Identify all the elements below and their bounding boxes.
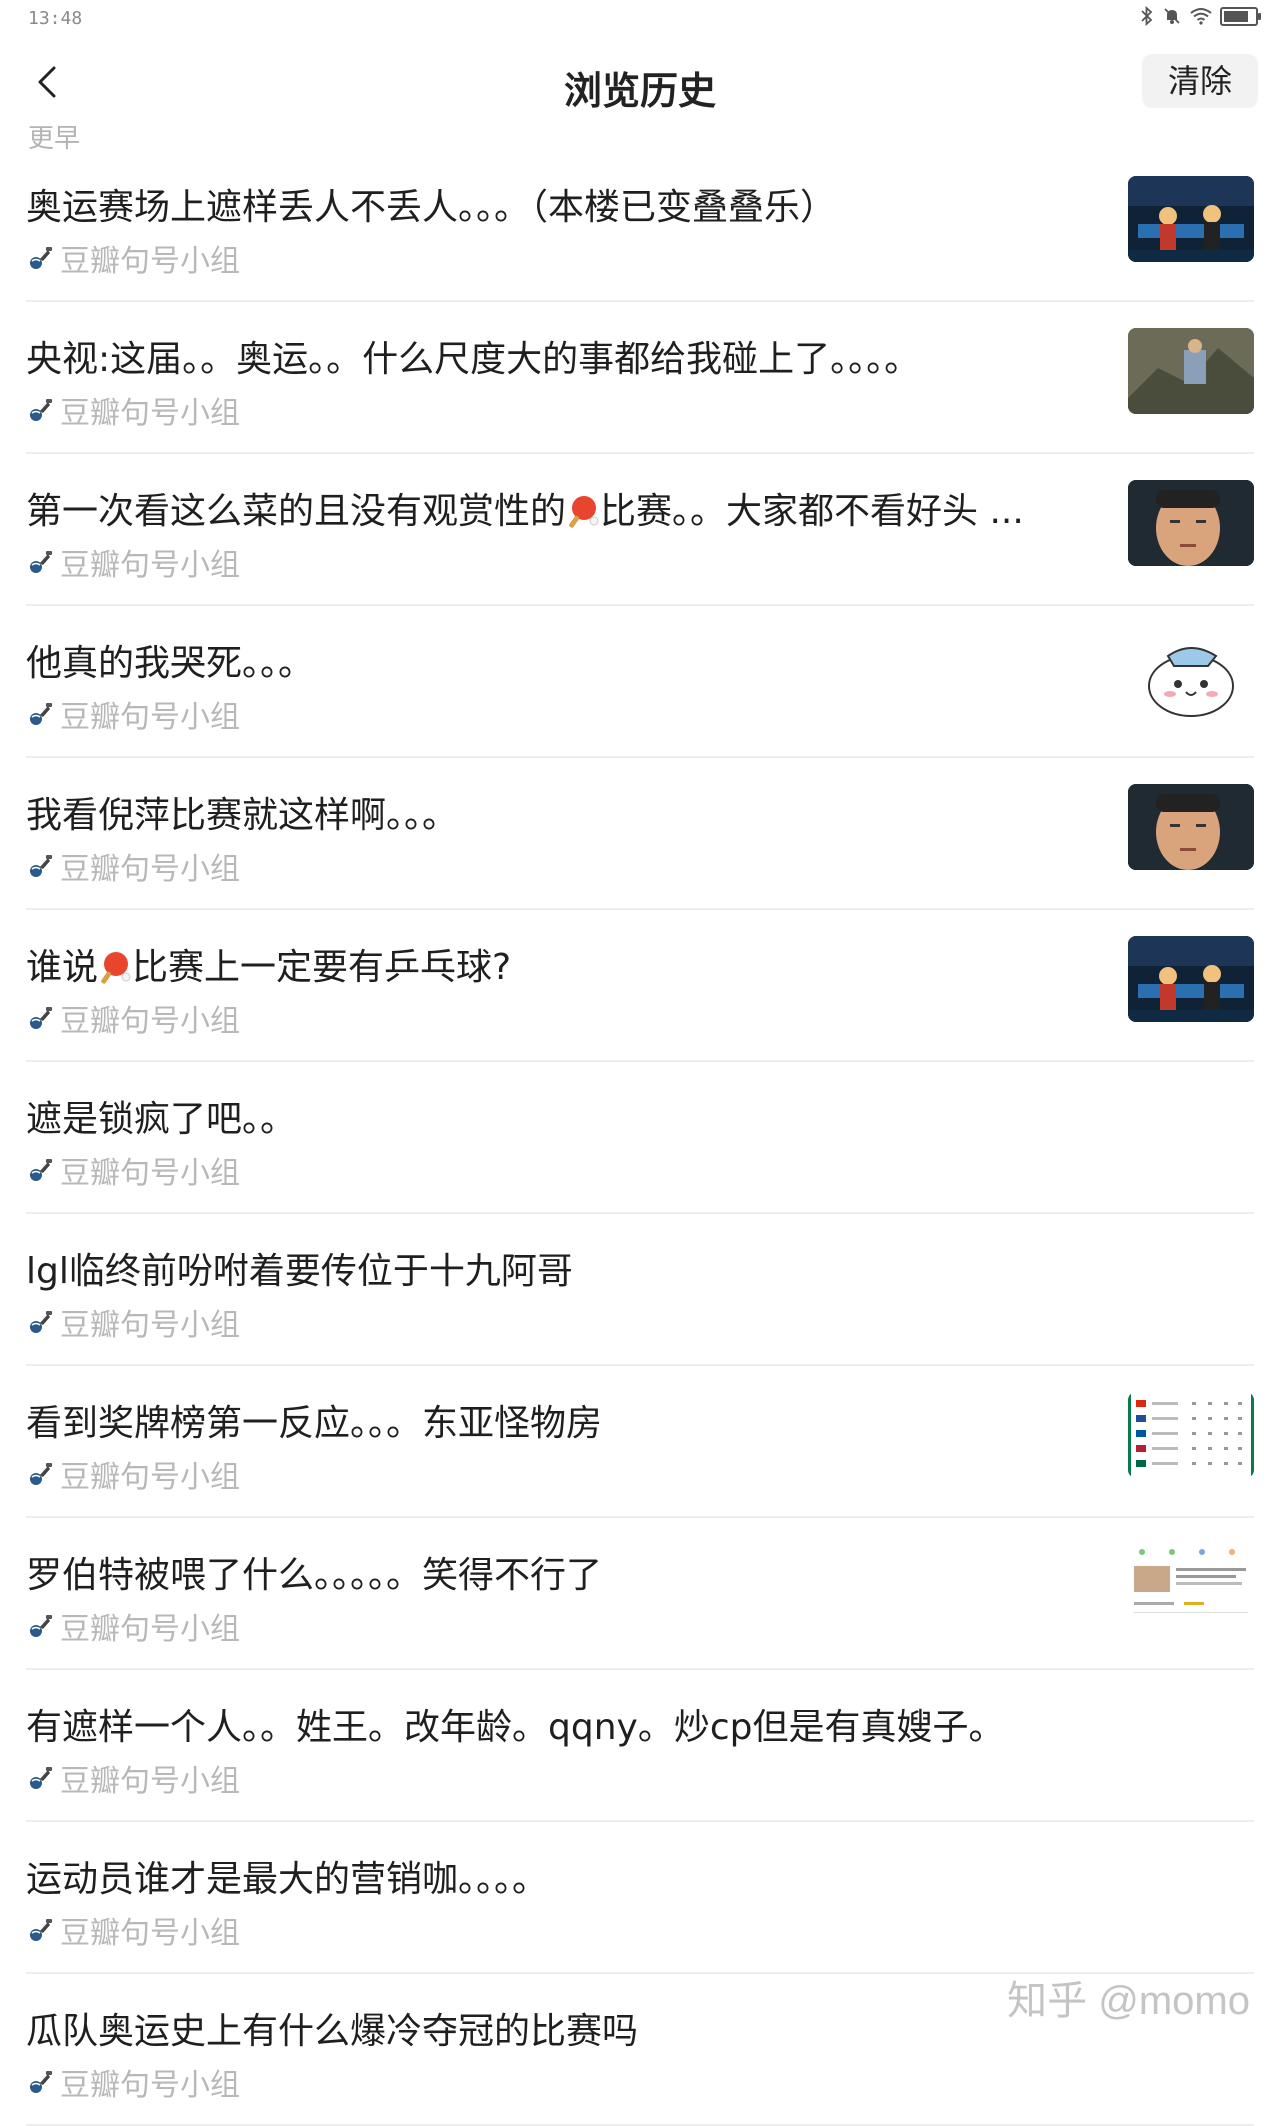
thumbnail-image[interactable] [1128, 784, 1254, 870]
ping-pong-icon [101, 952, 131, 984]
bluetooth-icon [1141, 6, 1153, 26]
item-meta: 豆瓣句号小组 [26, 2060, 240, 2104]
item-title: 他真的我哭死。。。 [26, 643, 315, 684]
thumbnail-image[interactable] [1128, 936, 1254, 1022]
status-bar: 13:48 [0, 0, 1280, 40]
item-title-part: 第一次看这么菜的且没有观赏性的 [26, 491, 567, 532]
group-icon [30, 1007, 52, 1029]
history-item[interactable]: 奥运赛场上遮样丢人不丢人。。。（本楼已变叠叠乐） 豆瓣句号小组 [26, 150, 1254, 302]
item-meta: 豆瓣句号小组 [26, 1148, 240, 1192]
item-title: 看到奖牌榜第一反应。。。东亚怪物房 [26, 1403, 603, 1444]
thumbnail-image[interactable] [1128, 1544, 1254, 1630]
group-name: 豆瓣句号小组 [60, 1156, 240, 1191]
thumbnail-image[interactable] [1128, 632, 1254, 718]
group-name: 豆瓣句号小组 [60, 244, 240, 279]
group-icon [30, 551, 52, 573]
mute-icon [1164, 8, 1180, 24]
battery-level [1224, 10, 1248, 22]
group-icon [30, 1159, 52, 1181]
item-title: 我看倪萍比赛就这样啊。。。 [26, 795, 459, 836]
group-icon [30, 855, 52, 877]
group-name: 豆瓣句号小组 [60, 1308, 240, 1343]
history-item[interactable]: 谁说 比赛上一定要有乒乓球? 豆瓣句号小组 [26, 910, 1254, 1062]
item-title-part: 比赛上一定要有乒乓球? [132, 947, 512, 988]
page-title: 浏览历史 [563, 69, 716, 113]
group-icon [30, 1311, 52, 1333]
item-meta: 豆瓣句号小组 [26, 996, 240, 1040]
history-item[interactable]: 看到奖牌榜第一反应。。。东亚怪物房豆瓣句号小组 [26, 1366, 1254, 1518]
group-icon [30, 247, 52, 269]
group-icon [30, 1463, 52, 1485]
group-icon [30, 1615, 52, 1637]
item-meta: 豆瓣句号小组 [26, 1604, 240, 1648]
item-meta: 豆瓣句号小组 [26, 1452, 240, 1496]
item-meta: 豆瓣句号小组 [26, 1300, 240, 1344]
item-title: 遮是锁疯了吧。。 [26, 1099, 297, 1140]
item-title: lgl临终前吩咐着要传位于十九阿哥 [26, 1251, 573, 1292]
thumbnail-image[interactable] [1128, 1392, 1254, 1478]
history-item[interactable]: 我看倪萍比赛就这样啊。。。豆瓣句号小组 [26, 758, 1254, 910]
wifi-icon [1190, 8, 1212, 25]
item-title: 运动员谁才是最大的营销咖。。。。 [26, 1859, 549, 1900]
group-name: 豆瓣句号小组 [60, 396, 240, 431]
group-name: 豆瓣句号小组 [60, 1004, 240, 1039]
item-meta: 豆瓣句号小组 [26, 236, 240, 280]
item-title: 奥运赛场上遮样丢人不丢人。。。（本楼已变叠叠乐） [26, 187, 837, 228]
group-name: 豆瓣句号小组 [60, 852, 240, 887]
item-title: 罗伯特被喂了什么。。。。。笑得不行了 [26, 1555, 603, 1596]
group-name: 豆瓣句号小组 [60, 548, 240, 583]
history-item[interactable]: 央视:这届。。奥运。。什么尺度大的事都给我碰上了。。。。豆瓣句号小组 [26, 302, 1254, 454]
history-item[interactable]: 运动员谁才是最大的营销咖。。。。豆瓣句号小组 [26, 1822, 1254, 1974]
status-time: 13:48 [28, 8, 83, 29]
history-item[interactable]: 遮是锁疯了吧。。豆瓣句号小组 [26, 1062, 1254, 1214]
header: 浏览历史 清除 [0, 48, 1280, 118]
history-item[interactable]: lgl临终前吩咐着要传位于十九阿哥豆瓣句号小组 [26, 1214, 1254, 1366]
group-name: 豆瓣句号小组 [60, 700, 240, 735]
group-icon [30, 2071, 52, 2093]
group-name: 豆瓣句号小组 [60, 1612, 240, 1647]
group-icon [30, 1919, 52, 1941]
battery-icon [1220, 6, 1261, 26]
thumbnail-image[interactable] [1128, 328, 1254, 414]
thumbnail-image[interactable] [1128, 176, 1254, 262]
item-meta: 豆瓣句号小组 [26, 388, 240, 432]
group-name: 豆瓣句号小组 [60, 1916, 240, 1951]
item-meta: 豆瓣句号小组 [26, 540, 240, 584]
status-icons [1140, 6, 1261, 26]
history-item[interactable]: 他真的我哭死。。。豆瓣句号小组 [26, 606, 1254, 758]
item-meta: 豆瓣句号小组 [26, 844, 240, 888]
group-icon [30, 703, 52, 725]
group-name: 豆瓣句号小组 [60, 1764, 240, 1799]
history-item[interactable]: 第一次看这么菜的且没有观赏性的 比赛。。大家都不看好头 ... 豆瓣句号小组 [26, 454, 1254, 606]
history-item[interactable]: 罗伯特被喂了什么。。。。。笑得不行了豆瓣句号小组 [26, 1518, 1254, 1670]
group-icon [30, 1767, 52, 1789]
item-title-part: 比赛。。大家都不看好头 ... [600, 491, 1024, 532]
item-title: 有遮样一个人。。姓王。改年龄。qqny。炒cp但是有真嫂子。 [26, 1707, 1005, 1748]
item-title-part: 谁说 [26, 947, 99, 988]
clear-button[interactable]: 清除 [1142, 54, 1258, 108]
group-icon [30, 399, 52, 421]
group-name: 豆瓣句号小组 [60, 2068, 240, 2103]
item-title: 第一次看这么菜的且没有观赏性的 比赛。。大家都不看好头 ... [26, 482, 1024, 534]
item-title: 瓜队奥运史上有什么爆冷夺冠的比赛吗 [26, 2011, 639, 2052]
history-item[interactable]: 有遮样一个人。。姓王。改年龄。qqny。炒cp但是有真嫂子。豆瓣句号小组 [26, 1670, 1254, 1822]
history-list: 奥运赛场上遮样丢人不丢人。。。（本楼已变叠叠乐） 豆瓣句号小组 央视:这届。。奥运。… [0, 150, 1280, 2126]
item-title: 谁说 比赛上一定要有乒乓球? [26, 938, 511, 990]
group-name: 豆瓣句号小组 [60, 1460, 240, 1495]
item-meta: 豆瓣句号小组 [26, 1908, 240, 1952]
item-meta: 豆瓣句号小组 [26, 692, 240, 736]
watermark: 知乎 @momo [1007, 1979, 1250, 2023]
item-meta: 豆瓣句号小组 [26, 1756, 240, 1800]
ping-pong-icon [569, 496, 599, 528]
thumbnail-image[interactable] [1128, 480, 1254, 566]
item-title: 央视:这届。。奥运。。什么尺度大的事都给我碰上了。。。。 [26, 339, 921, 380]
